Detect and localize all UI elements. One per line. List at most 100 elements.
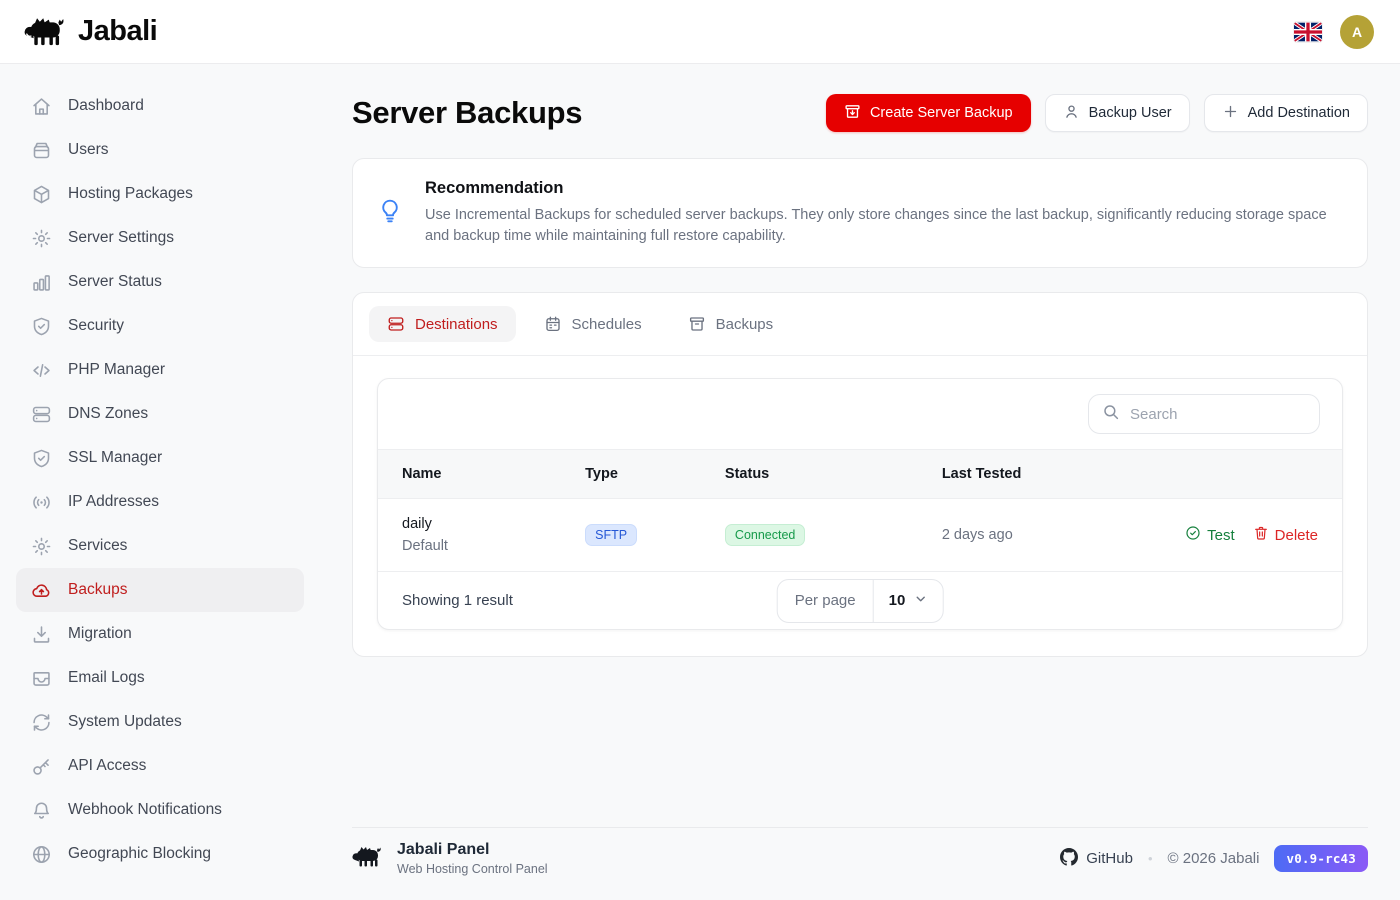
github-link[interactable]: GitHub <box>1060 848 1133 870</box>
sidebar-item-webhook-notifications[interactable]: Webhook Notifications <box>16 788 304 832</box>
refresh-icon <box>30 711 52 733</box>
sidebar-item-ssl-manager[interactable]: SSL Manager <box>16 436 304 480</box>
sidebar-item-security[interactable]: Security <box>16 304 304 348</box>
sidebar-item-label: Email Logs <box>68 669 145 687</box>
page-footer: Jabali Panel Web Hosting Control Panel G… <box>352 827 1368 900</box>
sidebar-item-email-logs[interactable]: Email Logs <box>16 656 304 700</box>
user-avatar[interactable]: A <box>1340 15 1374 49</box>
sidebar-item-label: Services <box>68 537 127 555</box>
sidebar-item-label: Users <box>68 141 108 159</box>
sidebar-item-label: Security <box>68 317 124 335</box>
version-badge: v0.9-rc43 <box>1274 845 1368 872</box>
tab-label: Schedules <box>572 316 642 333</box>
calendar-icon <box>544 315 562 333</box>
delete-label: Delete <box>1275 527 1318 544</box>
top-bar: Jabali A <box>0 0 1400 64</box>
tab-bar: Destinations Schedules Backups <box>353 293 1367 356</box>
tab-schedules[interactable]: Schedules <box>526 306 660 342</box>
boar-logo-icon <box>24 15 68 49</box>
bell-icon <box>30 799 52 821</box>
download-tray-icon <box>30 623 52 645</box>
search-input[interactable] <box>1130 406 1306 423</box>
per-page-label: Per page <box>778 580 874 622</box>
col-type: Type <box>561 450 701 499</box>
per-page-select[interactable]: 10 <box>874 580 943 622</box>
shield-check-icon <box>30 315 52 337</box>
sidebar-item-users[interactable]: Users <box>16 128 304 172</box>
sidebar-item-label: Server Status <box>68 273 162 291</box>
table-body: daily Default SFTP Connected 2 days ago Test D… <box>378 499 1342 572</box>
sidebar-item-label: IP Addresses <box>68 493 159 511</box>
sidebar-item-dashboard[interactable]: Dashboard <box>16 84 304 128</box>
bar-chart-icon <box>30 271 52 293</box>
gear-icon <box>30 227 52 249</box>
type-badge: SFTP <box>585 524 637 546</box>
destination-name: daily <box>402 516 537 532</box>
backup-user-button[interactable]: Backup User <box>1045 94 1190 132</box>
tab-backups[interactable]: Backups <box>670 306 792 342</box>
brand-name: Jabali <box>78 15 157 48</box>
col-last-tested: Last Tested <box>918 450 1149 499</box>
sidebar-item-php-manager[interactable]: PHP Manager <box>16 348 304 392</box>
col-name: Name <box>378 450 561 499</box>
sidebar-item-geographic-blocking[interactable]: Geographic Blocking <box>16 832 304 876</box>
search-box <box>1088 394 1320 434</box>
per-page-value: 10 <box>889 592 906 609</box>
sidebar-item-backups[interactable]: Backups <box>16 568 304 612</box>
backup-user-label: Backup User <box>1089 105 1172 121</box>
brand-logo[interactable]: Jabali <box>24 15 157 49</box>
server-stack-icon <box>387 315 405 333</box>
shield-check-icon <box>30 447 52 469</box>
add-destination-label: Add Destination <box>1248 105 1350 121</box>
sidebar-item-hosting-packages[interactable]: Hosting Packages <box>16 172 304 216</box>
destination-subtitle: Default <box>402 538 537 554</box>
sidebar-item-api-access[interactable]: API Access <box>16 744 304 788</box>
tab-label: Backups <box>716 316 774 333</box>
key-icon <box>30 755 52 777</box>
language-flag-uk[interactable] <box>1294 22 1322 42</box>
sidebar-item-server-settings[interactable]: Server Settings <box>16 216 304 260</box>
sidebar-item-label: SSL Manager <box>68 449 162 467</box>
plus-icon <box>1222 103 1239 124</box>
archive-box-icon <box>688 315 706 333</box>
sidebar-item-server-status[interactable]: Server Status <box>16 260 304 304</box>
create-server-backup-button[interactable]: Create Server Backup <box>826 94 1031 132</box>
server-stack-icon <box>30 403 52 425</box>
broadcast-icon <box>30 491 52 513</box>
col-actions <box>1149 450 1342 499</box>
delete-action[interactable]: Delete <box>1253 525 1318 545</box>
tab-destinations[interactable]: Destinations <box>369 306 516 342</box>
create-server-backup-label: Create Server Backup <box>870 105 1013 121</box>
table-footer: Showing 1 result Per page 10 <box>378 571 1342 629</box>
backups-panel: Destinations Schedules Backups <box>352 292 1368 657</box>
code-icon <box>30 359 52 381</box>
sidebar-item-system-updates[interactable]: System Updates <box>16 700 304 744</box>
add-destination-button[interactable]: Add Destination <box>1204 94 1368 132</box>
boar-footer-icon <box>352 845 384 873</box>
trash-icon <box>1253 525 1269 545</box>
sidebar-item-migration[interactable]: Migration <box>16 612 304 656</box>
drawer-icon <box>30 139 52 161</box>
check-circle-icon <box>1185 525 1201 545</box>
footer-tagline: Web Hosting Control Panel <box>397 862 548 876</box>
user-icon <box>1063 103 1080 124</box>
test-label: Test <box>1207 527 1235 544</box>
sidebar-item-label: Server Settings <box>68 229 174 247</box>
package-icon <box>30 183 52 205</box>
cloud-upload-icon <box>30 579 52 601</box>
page-actions: Create Server Backup Backup User Add Des… <box>826 94 1368 132</box>
sidebar-item-services[interactable]: Services <box>16 524 304 568</box>
sidebar-item-ip-addresses[interactable]: IP Addresses <box>16 480 304 524</box>
tab-label: Destinations <box>415 316 498 333</box>
recommendation-body: Use Incremental Backups for scheduled se… <box>425 205 1343 247</box>
status-badge: Connected <box>725 524 805 546</box>
sidebar-item-label: Dashboard <box>68 97 144 115</box>
destinations-table-card: Name Type Status Last Tested dailyDefaul… <box>377 378 1343 630</box>
github-icon <box>1060 848 1078 870</box>
chevron-down-icon <box>913 592 927 610</box>
test-action[interactable]: Test <box>1185 525 1235 545</box>
sidebar-item-dns-zones[interactable]: DNS Zones <box>16 392 304 436</box>
github-label: GitHub <box>1086 850 1133 867</box>
home-icon <box>30 95 52 117</box>
last-tested-value: 2 days ago <box>918 499 1149 572</box>
